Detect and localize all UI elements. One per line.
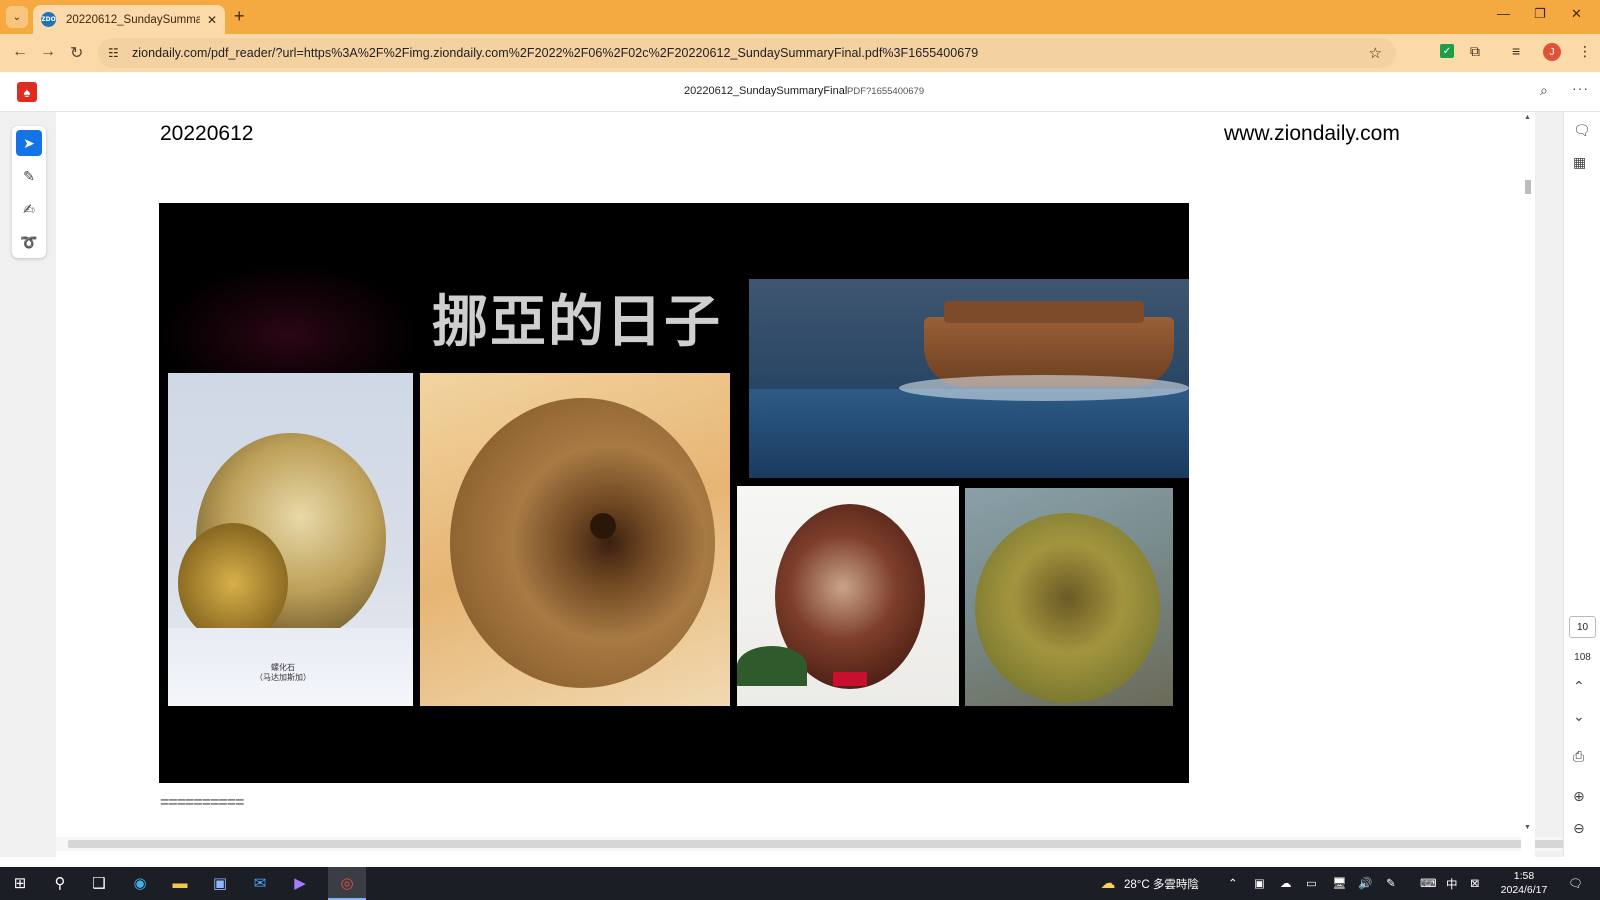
bookmark-star-icon[interactable]: ☆ — [1369, 44, 1382, 62]
browser-tab[interactable]: ZDO 20220612_SundaySummaryF ✕ — [33, 5, 225, 34]
tab-title: 20220612_SundaySummaryF — [66, 13, 200, 26]
store-icon[interactable]: ▣ — [209, 872, 231, 894]
vertical-scroll-thumb[interactable] — [1525, 180, 1531, 194]
search-icon[interactable]: ⌕ — [1540, 82, 1548, 99]
mail-icon[interactable]: ✉ — [249, 872, 271, 894]
notification-icon[interactable]: 🗨 — [1568, 876, 1583, 890]
pdf-header: ♠ 20220612_SundaySummaryFinal PDF?165540… — [0, 72, 1600, 112]
ammonite-photo-2 — [420, 373, 730, 706]
close-window-icon[interactable]: ✕ — [1571, 6, 1582, 22]
prev-page-icon[interactable]: ⌃ — [1573, 678, 1585, 695]
file-explorer-icon[interactable]: ▬ — [169, 872, 191, 894]
tray-expand-icon[interactable]: ⌃ — [1228, 876, 1238, 890]
caption-line-1: 螺化石 — [271, 663, 295, 672]
zoom-in-icon[interactable]: ⊕ — [1573, 788, 1585, 805]
page-settings-icon[interactable]: ⎙ — [1573, 748, 1584, 765]
grid-icon[interactable]: ▦ — [1573, 154, 1586, 171]
slide-image: 挪亞的日子 螺化石 （马达加斯加） — [159, 203, 1189, 783]
chevron-down-icon: ⌄ — [12, 11, 22, 23]
page-separator: ========== — [160, 794, 244, 811]
skull-fossil-photo — [737, 486, 959, 706]
kebab-menu-icon[interactable]: ⋮ — [1578, 43, 1592, 60]
more-options-icon[interactable]: ··· — [1572, 80, 1589, 96]
restore-icon[interactable]: ❐ — [1534, 6, 1546, 22]
select-icon[interactable]: ➤ — [16, 130, 42, 156]
usb-icon[interactable]: ▭ — [1306, 876, 1317, 890]
green-ammonite-photo — [965, 488, 1173, 706]
avatar[interactable]: J — [1543, 43, 1561, 61]
close-tab-icon[interactable]: ✕ — [207, 13, 217, 27]
next-page-icon[interactable]: ⌄ — [1573, 708, 1585, 725]
zoom-out-icon[interactable]: ⊖ — [1573, 820, 1585, 837]
total-pages: 108 — [1574, 652, 1591, 663]
edge-icon[interactable]: ◉ — [129, 872, 151, 894]
slide-title: 挪亞的日子 — [432, 290, 722, 355]
ammonite-photo-1: 螺化石 （马达加斯加） — [168, 373, 413, 706]
ime-mode-icon[interactable]: ⊠ — [1470, 876, 1480, 890]
acrobat-logo-icon: ♠ — [17, 82, 37, 102]
pdf-workspace: ➤ ✎ ✍ ➰ 20220612 www.ziondaily.com 挪亞的日子… — [0, 112, 1600, 857]
keyboard-icon[interactable]: ⌨ — [1420, 876, 1437, 890]
media-icon[interactable]: ≡ — [1512, 43, 1520, 59]
comment-icon[interactable]: 🗨 — [1573, 122, 1591, 139]
minimize-icon[interactable]: — — [1497, 6, 1510, 21]
chrome-icon[interactable]: ◎ — [336, 872, 358, 894]
clock-time: 1:58 — [1513, 870, 1535, 882]
tray-app-icon[interactable]: ▣ — [1254, 876, 1265, 890]
taskbar-search-icon[interactable]: ⚲ — [49, 872, 71, 894]
back-icon[interactable]: ← — [12, 43, 28, 61]
tab-bar: ⌄ ZDO 20220612_SundaySummaryF ✕ + — ❐ ✕ — [0, 0, 1600, 34]
document-tag: PDF?1655400679 — [847, 86, 925, 97]
lasso-icon[interactable]: ➰ — [16, 229, 42, 255]
noah-ark-photo — [749, 279, 1189, 478]
address-bar[interactable]: ☷ ziondaily.com/pdf_reader/?url=https%3A… — [98, 38, 1396, 68]
current-page-input[interactable]: 10 — [1569, 616, 1596, 638]
site-favicon-icon: ZDO — [41, 12, 56, 27]
comment-add-icon[interactable]: ✎ — [16, 163, 42, 189]
caption-line-2: （马达加斯加） — [255, 672, 311, 682]
forward-icon[interactable]: → — [40, 43, 56, 61]
weather-text[interactable]: 28°C 多雲時陰 — [1124, 876, 1199, 892]
scroll-down-icon[interactable]: ▼ — [1524, 824, 1531, 831]
task-view-icon[interactable]: ❑ — [88, 872, 110, 894]
page-date: 20220612 — [160, 122, 254, 145]
windows-taskbar: ⊞ ⚲ ❑ ◉ ▬ ▣ ✉ ▶ ◎ ☁ 28°C 多雲時陰 ⌃ ▣ ☁ ▭ 🖥 … — [0, 867, 1600, 900]
site-info-icon[interactable]: ☷ — [108, 46, 126, 60]
page-site-url: www.ziondaily.com — [1224, 122, 1400, 145]
vertical-scrollbar[interactable]: ▲ ▼ — [1521, 112, 1535, 857]
pen-tray-icon[interactable]: ✎ — [1386, 876, 1396, 890]
horizontal-scroll-thumb[interactable] — [68, 840, 1568, 848]
pdf-page: 20220612 www.ziondaily.com 挪亞的日子 螺化石 （马达… — [56, 112, 1577, 857]
new-tab-button[interactable]: + — [234, 6, 245, 27]
reload-icon[interactable]: ↻ — [70, 43, 83, 63]
browser-toolbar: ← → ↻ ☷ ziondaily.com/pdf_reader/?url=ht… — [0, 34, 1600, 72]
tab-search-dropdown[interactable]: ⌄ — [6, 6, 28, 28]
weather-icon[interactable]: ☁ — [1097, 872, 1119, 894]
onedrive-icon[interactable]: ☁ — [1280, 876, 1292, 890]
volume-icon[interactable]: 🔊 — [1358, 876, 1372, 890]
scroll-up-icon[interactable]: ▲ — [1524, 114, 1531, 121]
media-player-icon[interactable]: ▶ — [289, 872, 311, 894]
pen-icon[interactable]: ✍ — [16, 196, 42, 222]
annotation-toolbar: ➤ ✎ ✍ ➰ — [12, 126, 46, 258]
network-icon[interactable]: 🖥 — [1332, 876, 1347, 890]
document-title: 20220612_SundaySummaryFinal — [684, 85, 848, 97]
puzzle-icon[interactable]: ⧉ — [1470, 43, 1480, 60]
windows-start-icon[interactable]: ⊞ — [9, 872, 31, 894]
extension-check-icon[interactable]: ✓ — [1440, 44, 1454, 58]
right-tool-rail: 🗨 ▦ 10 108 ⌃ ⌄ ⎙ ⊕ ⊖ — [1563, 112, 1600, 857]
clock[interactable]: 1:58 2024/6/17 — [1494, 869, 1554, 897]
slide-glow — [159, 263, 419, 383]
clock-date: 2024/6/17 — [1500, 884, 1548, 896]
url-text: ziondaily.com/pdf_reader/?url=https%3A%2… — [132, 46, 979, 60]
ime-indicator[interactable]: 中 — [1446, 876, 1458, 892]
photo-caption: 螺化石 （马达加斯加） — [228, 663, 338, 682]
horizontal-scrollbar[interactable] — [56, 837, 1577, 851]
